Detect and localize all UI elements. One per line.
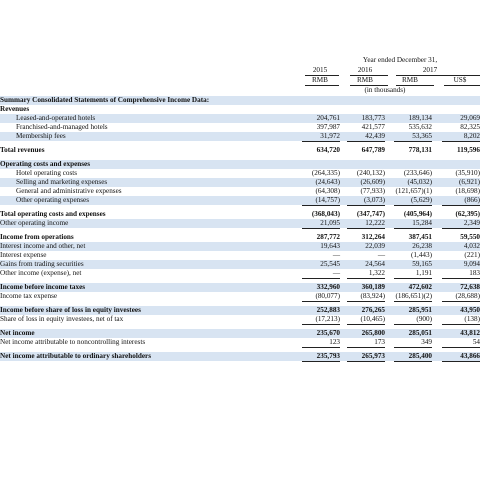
value-rule bbox=[302, 324, 340, 325]
row-label: Income tax expense bbox=[0, 292, 58, 300]
currency-rmb-2015: RMB bbox=[312, 76, 328, 84]
row-value: 43,950 bbox=[460, 306, 480, 314]
row-label: General and administrative expenses bbox=[16, 187, 122, 195]
row-value: 4,032 bbox=[463, 242, 480, 250]
row-label: Net income attributable to ordinary shar… bbox=[0, 352, 151, 360]
value-rule bbox=[347, 347, 385, 348]
row-value: 43,866 bbox=[460, 352, 480, 360]
value-rule bbox=[394, 278, 432, 279]
value-rule bbox=[394, 347, 432, 348]
row-value: 43,812 bbox=[460, 329, 480, 337]
value-rule bbox=[302, 347, 340, 348]
row-value: 2,349 bbox=[463, 219, 480, 227]
currency-rule-2015 bbox=[305, 85, 339, 86]
value-rule bbox=[442, 228, 480, 229]
row-label: Total revenues bbox=[0, 146, 45, 154]
value-rule bbox=[442, 361, 480, 362]
row-value: 183 bbox=[469, 269, 480, 277]
row-label: Income before income taxes bbox=[0, 283, 86, 291]
row-label: Selling and marketing expenses bbox=[16, 178, 108, 186]
year-2015: 2015 bbox=[312, 66, 328, 74]
value-rule bbox=[347, 324, 385, 325]
row-label: Other operating expenses bbox=[16, 196, 90, 204]
row-value: 59,550 bbox=[460, 233, 480, 241]
value-rule bbox=[394, 324, 432, 325]
year-ended-header: Year ended December 31, bbox=[362, 56, 438, 64]
value-rule bbox=[347, 278, 385, 279]
row-label: Net income attributable to noncontrollin… bbox=[0, 338, 146, 346]
value-rule bbox=[302, 141, 340, 142]
value-rule bbox=[347, 361, 385, 362]
value-rule bbox=[442, 347, 480, 348]
row-value: 9,094 bbox=[463, 260, 480, 268]
value-rule bbox=[442, 141, 480, 142]
units-label: (in thousands) bbox=[364, 86, 406, 94]
row-label: Franchised-and-managed hotels bbox=[16, 123, 108, 131]
row-value: (35,910) bbox=[455, 169, 480, 177]
row-label: Interest income and other, net bbox=[0, 242, 86, 250]
row-value: (62,395) bbox=[455, 210, 480, 218]
value-rule bbox=[442, 278, 480, 279]
value-rule bbox=[442, 301, 480, 302]
year-2016: 2016 bbox=[357, 66, 373, 74]
row-value: (18,698) bbox=[455, 187, 480, 195]
row-label: Leased-and-operated hotels bbox=[16, 114, 96, 122]
value-rule bbox=[442, 324, 480, 325]
value-rule bbox=[347, 228, 385, 229]
currency-usd-2017: US$ bbox=[453, 76, 467, 84]
value-rule bbox=[302, 228, 340, 229]
row-value: (221) bbox=[464, 251, 480, 259]
value-rule bbox=[394, 301, 432, 302]
currency-rmb-2017: RMB bbox=[402, 76, 418, 84]
value-rule bbox=[347, 301, 385, 302]
row-label: Interest expense bbox=[0, 251, 47, 259]
row-value: (866) bbox=[464, 196, 480, 204]
value-rule bbox=[302, 205, 340, 206]
row-value: (6,921) bbox=[459, 178, 480, 186]
value-rule bbox=[302, 361, 340, 362]
row-label: Operating costs and expenses bbox=[0, 160, 91, 168]
value-rule bbox=[394, 361, 432, 362]
row-label: Summary Consolidated Statements of Compr… bbox=[0, 96, 210, 104]
row-label: Other operating income bbox=[0, 219, 69, 227]
row-value: 29,069 bbox=[460, 114, 480, 122]
value-rule bbox=[394, 228, 432, 229]
currency-rmb-2016: RMB bbox=[357, 76, 373, 84]
row-value: (138) bbox=[464, 315, 480, 323]
row-label: Gains from trading securities bbox=[0, 260, 84, 268]
row-value: (28,688) bbox=[455, 292, 480, 300]
financial-table-page: Year ended December 31, 2015 2016 2017 R… bbox=[0, 0, 480, 480]
value-rule bbox=[347, 205, 385, 206]
row-label: Membership fees bbox=[16, 132, 66, 140]
row-value: 8,202 bbox=[463, 132, 480, 140]
row-value: 82,325 bbox=[460, 123, 480, 131]
row-label: Net income bbox=[0, 329, 35, 337]
value-rule bbox=[394, 141, 432, 142]
value-rule bbox=[302, 278, 340, 279]
row-label: Share of loss in equity investees, net o… bbox=[0, 315, 124, 323]
row-label: Other income (expense), net bbox=[0, 269, 82, 277]
row-value: 119,596 bbox=[457, 146, 480, 154]
value-rule bbox=[347, 141, 385, 142]
value-rule bbox=[302, 301, 340, 302]
row-value: 72,638 bbox=[460, 283, 480, 291]
year-2017: 2017 bbox=[422, 66, 438, 74]
row-label: Hotel operating costs bbox=[16, 169, 78, 177]
row-label: Total operating costs and expenses bbox=[0, 210, 106, 218]
row-label: Income from operations bbox=[0, 233, 74, 241]
row-value: 54 bbox=[472, 338, 480, 346]
row-label: Income before share of loss in equity in… bbox=[0, 306, 141, 314]
value-rule bbox=[442, 205, 480, 206]
row-label: Revenues bbox=[0, 105, 30, 113]
currency-rule-2017-usd bbox=[444, 85, 480, 86]
value-rule bbox=[394, 205, 432, 206]
